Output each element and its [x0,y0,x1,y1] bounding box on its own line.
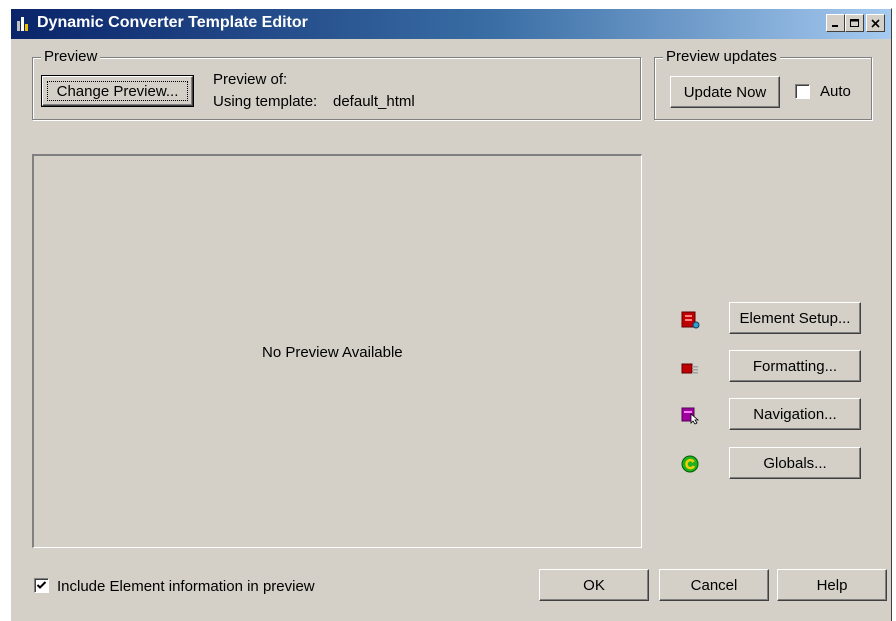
preview-of-label: Preview of: [213,71,288,88]
globals-button[interactable]: Globals... [729,447,861,479]
close-icon [871,18,880,28]
include-info-checkbox[interactable] [34,578,49,593]
change-preview-button[interactable]: Change Preview... [41,75,194,107]
navigation-button[interactable]: Navigation... [729,398,861,430]
element-setup-icon [681,311,700,329]
maximize-icon [849,18,859,27]
no-preview-message: No Preview Available [262,344,403,361]
globals-icon [681,455,699,473]
help-label: Help [816,576,848,594]
app-icon [17,17,28,31]
update-now-label: Update Now [683,83,767,101]
preview-group-label: Preview [41,48,101,65]
auto-label[interactable]: Auto [820,83,851,100]
template-value: default_html [333,93,415,110]
preview-pane: No Preview Available [32,154,642,548]
element-setup-label: Element Setup... [739,309,851,327]
close-button[interactable] [866,14,885,32]
formatting-button[interactable]: Formatting... [729,350,861,382]
change-preview-label: Change Preview... [56,82,179,100]
minimize-button[interactable] [826,14,845,32]
ok-label: OK [583,576,605,594]
help-button[interactable]: Help [777,569,887,601]
navigation-icon [681,407,700,425]
include-info-label[interactable]: Include Element information in preview [57,578,315,595]
minimize-icon [832,24,838,27]
template-label: Using template: [213,93,318,110]
formatting-label: Formatting... [752,357,838,375]
template-editor-dialog: Dynamic Converter Template Editor Previe… [10,8,892,621]
maximize-button[interactable] [845,14,864,32]
update-now-button[interactable]: Update Now [670,76,780,108]
globals-label: Globals... [763,454,827,472]
ok-button[interactable]: OK [539,569,649,601]
window-title: Dynamic Converter Template Editor [37,14,308,31]
cancel-label: Cancel [690,576,738,594]
navigation-label: Navigation... [753,405,837,423]
formatting-icon [681,363,698,374]
preview-updates-label: Preview updates [663,48,780,65]
cancel-button[interactable]: Cancel [659,569,769,601]
checkmark-icon [36,581,47,589]
element-setup-button[interactable]: Element Setup... [729,302,861,334]
auto-checkbox[interactable] [795,84,810,99]
title-bar[interactable]: Dynamic Converter Template Editor [11,9,891,39]
